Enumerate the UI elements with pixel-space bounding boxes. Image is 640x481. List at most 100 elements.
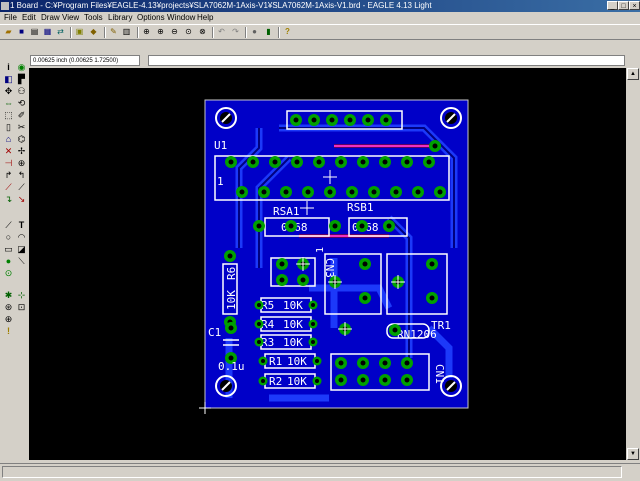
scroll-up-button[interactable]: ▲: [627, 68, 639, 80]
switch-schematic-icon[interactable]: ▣: [74, 27, 85, 37]
rect-icon[interactable]: ▭: [3, 244, 14, 255]
text-icon[interactable]: T: [16, 220, 27, 231]
zoom-redraw-icon[interactable]: ⊙: [183, 27, 194, 37]
split-icon[interactable]: ↱: [3, 170, 14, 181]
minimize-button[interactable]: _: [607, 1, 618, 10]
mirror-icon[interactable]: ⇔: [3, 98, 14, 109]
stop-sign-icon[interactable]: !: [3, 326, 14, 337]
pad-icon[interactable]: ⊙: [3, 268, 14, 279]
command-bar: 0.00625 inch (0.00625 1.72500): [0, 52, 640, 68]
status-bar: [0, 463, 640, 481]
app-icon[interactable]: [1, 2, 9, 10]
menu-help[interactable]: Help: [197, 12, 213, 24]
ratsnest-icon[interactable]: ✱: [3, 290, 14, 301]
lock-icon[interactable]: ⊕: [16, 158, 27, 169]
name-icon[interactable]: ⌬: [16, 134, 27, 145]
miter-icon[interactable]: ↰: [16, 170, 27, 181]
zoom-in-icon[interactable]: ⊕: [155, 27, 166, 37]
menu-tools[interactable]: Tools: [84, 12, 103, 24]
command-toolbar: i ◉ ◧ ▛ ✥ ⚇ ⇔ ⟲ ⬚ ✐ ▯ ✂ ⌂ ⌬ ✕ ✢ ⊣ ⊕ ↱ ↰ …: [0, 60, 29, 460]
cut-icon[interactable]: ✂: [16, 122, 27, 133]
script-icon[interactable]: ✎: [108, 27, 119, 37]
undo-icon[interactable]: ↶: [216, 27, 227, 37]
label-r5-value: 10K: [283, 299, 303, 312]
circle-icon[interactable]: ○: [3, 232, 14, 243]
copy-icon[interactable]: ⚇: [16, 86, 27, 97]
menu-edit[interactable]: Edit: [22, 12, 36, 24]
wire-icon[interactable]: ⟋: [3, 220, 14, 231]
label-rsb1: RSB1: [347, 201, 374, 214]
pcb-board: U1 1 RSA1 RSB1 0.68 0.68 10K R6 1 CN3: [199, 99, 469, 414]
cam-icon[interactable]: ▦: [42, 27, 53, 37]
menu-draw[interactable]: Draw: [41, 12, 60, 24]
delete-icon[interactable]: ✕: [3, 146, 14, 157]
menu-bar: File Edit Draw View Tools Library Option…: [0, 12, 640, 24]
change-icon[interactable]: ✐: [16, 110, 27, 121]
menu-view[interactable]: View: [62, 12, 79, 24]
go-icon[interactable]: ▮: [263, 27, 274, 37]
display-icon[interactable]: ◧: [3, 74, 14, 85]
replace-icon[interactable]: ⊣: [3, 158, 14, 169]
label-r2-value: 10K: [287, 375, 307, 388]
label-r1: R1: [269, 355, 282, 368]
open-icon[interactable]: ▰: [3, 27, 14, 37]
ulp-icon[interactable]: ◆: [88, 27, 99, 37]
label-r6-ref: R6: [225, 267, 238, 280]
close-button[interactable]: ×: [629, 1, 640, 10]
label-one-small: 1: [315, 247, 326, 253]
smash-icon[interactable]: ⌂: [3, 134, 14, 145]
maximize-button[interactable]: □: [618, 1, 629, 10]
label-r1-value: 10K: [287, 355, 307, 368]
export-icon[interactable]: ⇄: [55, 27, 66, 37]
label-r6: 10K: [225, 290, 238, 310]
add-icon[interactable]: ✢: [16, 146, 27, 157]
group-icon[interactable]: ⬚: [3, 110, 14, 121]
show-icon[interactable]: ◉: [16, 62, 27, 73]
route-icon[interactable]: ⟋: [16, 182, 27, 193]
scr-icon[interactable]: ▥: [121, 27, 132, 37]
main-toolbar: ▰ ■ ▤ ▦ ⇄ ▣ ◆ ✎ ▥ ⊕ ⊕ ⊖ ⊙ ⊗ ↶ ↷ ● ▮ ?: [0, 24, 640, 40]
autorouter-icon[interactable]: ⊹: [16, 290, 27, 301]
zoom-out-icon[interactable]: ⊖: [169, 27, 180, 37]
zoom-select-icon[interactable]: ⊗: [197, 27, 208, 37]
info-icon[interactable]: i: [3, 62, 14, 73]
signal-icon[interactable]: ↘: [16, 194, 27, 205]
polygon-icon[interactable]: ◪: [16, 244, 27, 255]
menu-library[interactable]: Library: [108, 12, 132, 24]
rotate-icon[interactable]: ⟲: [16, 98, 27, 109]
errors-icon[interactable]: ⊕: [3, 314, 14, 325]
ripup-icon[interactable]: ↴: [3, 194, 14, 205]
zoom-fit-icon[interactable]: ⊕: [141, 27, 152, 37]
vertical-scrollbar[interactable]: ▲ ▼: [626, 68, 640, 460]
scroll-down-button[interactable]: ▼: [627, 448, 639, 460]
stop-icon[interactable]: ●: [249, 27, 260, 37]
hole-icon[interactable]: ⟍: [16, 256, 27, 267]
label-r3-value: 10K: [283, 336, 303, 349]
window-title: 1 Board - C:¥Program Files¥EAGLE-4.13¥pr…: [10, 1, 432, 10]
erc-icon[interactable]: ⊛: [3, 302, 14, 313]
label-pin1: 1: [217, 175, 224, 188]
label-r2: R2: [269, 375, 282, 388]
layout-canvas[interactable]: U1 1 RSA1 RSB1 0.68 0.68 10K R6 1 CN3: [29, 68, 626, 460]
move-icon[interactable]: ✥: [3, 86, 14, 97]
help-icon[interactable]: ?: [282, 27, 293, 37]
command-line-input[interactable]: [148, 55, 625, 66]
menu-window[interactable]: Window: [167, 12, 195, 24]
menu-file[interactable]: File: [4, 12, 17, 24]
redo-icon[interactable]: ↷: [230, 27, 241, 37]
label-r4-value: 10K: [283, 318, 303, 331]
mark-icon[interactable]: ▛: [16, 74, 27, 85]
menu-options[interactable]: Options: [137, 12, 165, 24]
via-icon[interactable]: ●: [3, 256, 14, 267]
drc-icon[interactable]: ⊡: [16, 302, 27, 313]
coordinate-display: 0.00625 inch (0.00625 1.72500): [30, 55, 140, 66]
label-cn1: CN1: [433, 364, 446, 384]
save-icon[interactable]: ■: [16, 27, 27, 37]
optimize-icon[interactable]: ⟋: [3, 182, 14, 193]
title-bar: 1 Board - C:¥Program Files¥EAGLE-4.13¥pr…: [0, 0, 640, 12]
label-c1-value: 0.1u: [218, 360, 245, 373]
label-u1: U1: [214, 139, 227, 152]
paste-icon[interactable]: ▯: [3, 122, 14, 133]
arc-icon[interactable]: ◠: [16, 232, 27, 243]
print-icon[interactable]: ▤: [29, 27, 40, 37]
